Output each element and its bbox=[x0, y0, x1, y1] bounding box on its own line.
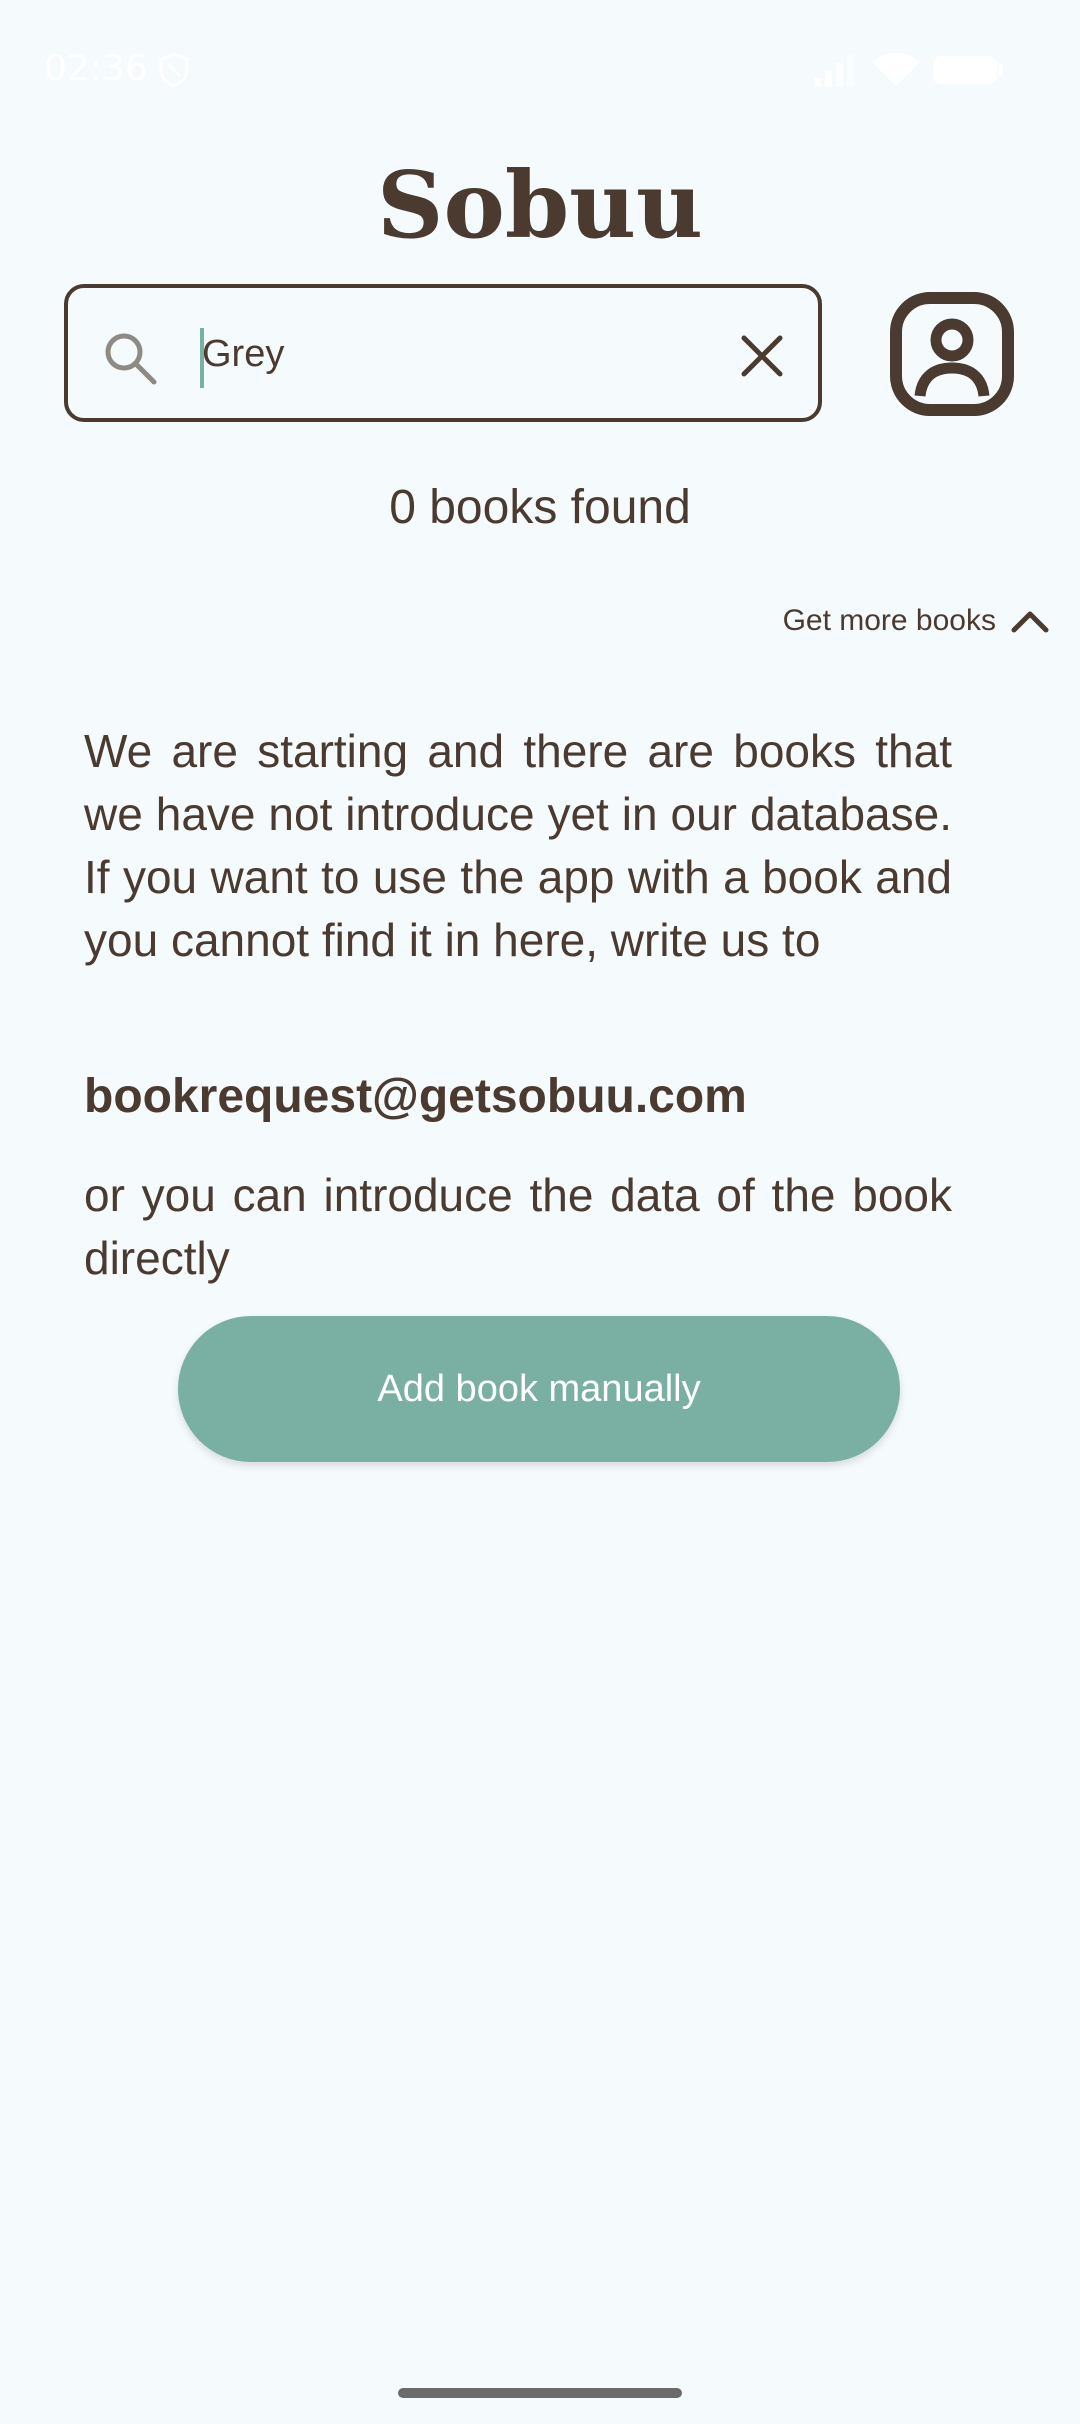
battery-icon bbox=[933, 56, 1003, 84]
user-profile-icon[interactable] bbox=[890, 292, 1014, 416]
shield-icon bbox=[159, 52, 189, 88]
home-indicator[interactable] bbox=[398, 2388, 682, 2398]
status-bar: 02:36 bbox=[0, 0, 1080, 140]
close-icon[interactable] bbox=[738, 332, 786, 380]
app-title: Sobuu bbox=[377, 151, 703, 259]
signal-icon bbox=[814, 55, 854, 87]
status-time: 02:36 bbox=[44, 48, 148, 89]
request-email: bookrequest@getsobuu.com bbox=[84, 1070, 747, 1123]
search-input[interactable] bbox=[202, 314, 662, 394]
search-icon bbox=[105, 333, 157, 385]
wifi-icon bbox=[872, 53, 920, 86]
get-more-books-label: Get more books bbox=[782, 604, 996, 637]
add-book-manually-button[interactable]: Add book manually bbox=[178, 1316, 900, 1462]
info-paragraph: We are starting and there are books that… bbox=[84, 725, 952, 966]
search-box[interactable] bbox=[64, 284, 822, 422]
results-count: 0 books found bbox=[389, 481, 691, 534]
info-paragraph-2: or you can introduce the data of the boo… bbox=[84, 1169, 952, 1284]
chevron-up-icon bbox=[1011, 611, 1049, 633]
get-more-books-toggle[interactable]: Get more books bbox=[783, 596, 1050, 646]
